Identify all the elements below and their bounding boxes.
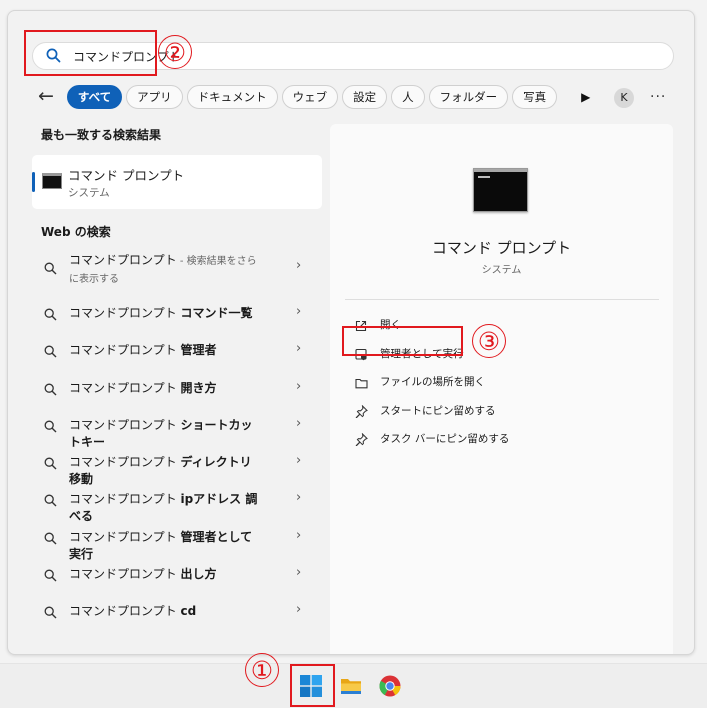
- web-result-text: コマンドプロンプト: [69, 455, 181, 470]
- search-icon: [44, 455, 57, 474]
- action-label: スタートにピン留めする: [380, 404, 496, 417]
- search-icon: [44, 492, 57, 511]
- web-result-text: コマンドプロンプト: [69, 529, 181, 544]
- back-arrow-icon[interactable]: ←: [38, 85, 54, 107]
- best-match-heading: 最も一致する検索結果: [41, 128, 162, 142]
- web-result-text: コマンドプロンプト: [69, 567, 181, 582]
- filter-chip-all[interactable]: すべて: [66, 85, 123, 109]
- web-result-bold: コマンド一覧: [180, 306, 253, 320]
- filter-chip-folders[interactable]: フォルダー: [428, 85, 509, 109]
- annotation-box-start: [290, 664, 335, 707]
- chevron-right-icon: ›: [296, 490, 302, 506]
- chevron-right-icon: ›: [296, 341, 302, 357]
- search-icon: [44, 530, 57, 549]
- web-result-item[interactable]: コマンドプロンプト ipアドレス 調べる ›: [32, 480, 322, 523]
- web-result-bold: 開き方: [180, 380, 217, 395]
- web-result-text: コマンドプロンプト: [69, 380, 181, 395]
- web-result-item[interactable]: コマンドプロンプト 管理者 ›: [32, 331, 322, 368]
- command-prompt-icon: [42, 173, 62, 189]
- web-result-item[interactable]: コマンドプロンプト ディレクトリ移動 ›: [32, 443, 322, 486]
- annotation-number-2: ②: [158, 35, 192, 69]
- command-prompt-large-icon: [473, 168, 528, 212]
- action-label: タスク バーにピン留めする: [380, 433, 510, 445]
- chevron-right-icon: ›: [296, 453, 302, 469]
- chevron-right-icon: ›: [296, 378, 302, 394]
- divider: [345, 299, 659, 300]
- action-label: ファイルの場所を開く: [380, 376, 485, 388]
- chevron-right-icon: ›: [296, 602, 302, 618]
- web-result-text: コマンドプロンプト: [69, 417, 181, 432]
- selection-indicator: [32, 172, 35, 192]
- best-match-title: コマンド プロンプト: [68, 168, 185, 183]
- filter-chip-web[interactable]: ウェブ: [281, 85, 339, 109]
- filter-bar: ← すべて アプリ ドキュメント ウェブ 設定 人 フォルダー 写真 ▶: [38, 84, 590, 110]
- preview-title: コマンド プロンプト: [431, 239, 572, 257]
- web-result-bold: cd: [180, 604, 197, 619]
- pin-icon: [355, 431, 368, 450]
- web-search-heading: Web の検索: [41, 225, 111, 239]
- folder-icon: [355, 374, 368, 393]
- preview-subtitle: システム: [481, 265, 522, 276]
- scroll-right-play-icon[interactable]: ▶: [581, 90, 590, 104]
- filter-chip-photos[interactable]: 写真: [512, 85, 558, 109]
- search-icon: [44, 418, 57, 437]
- web-result-item[interactable]: コマンドプロンプト 管理者として実行 ›: [32, 518, 322, 561]
- avatar[interactable]: K: [614, 88, 634, 108]
- web-result-text: コマンドプロンプト: [69, 306, 181, 320]
- web-result-item[interactable]: コマンドプロンプト - 検索結果をさらに表示する ›: [32, 248, 322, 294]
- chevron-right-icon: ›: [296, 304, 302, 319]
- preview-pane: コマンド プロンプト システム 開く 管理者として実行 ファイルの場所を開く ス…: [330, 124, 673, 654]
- web-result-bold: 管理者: [180, 343, 217, 358]
- web-result-item[interactable]: コマンドプロンプト 開き方 ›: [32, 369, 322, 406]
- web-result-item[interactable]: コマンドプロンプト 出し方 ›: [32, 555, 322, 592]
- search-icon: [44, 343, 57, 362]
- annotation-box-search: [24, 30, 157, 76]
- web-result-bold: 出し方: [180, 567, 217, 582]
- chevron-right-icon: ›: [296, 415, 302, 431]
- search-icon: [44, 381, 57, 400]
- results-list: 最も一致する検索結果 コマンド プロンプト システム Web の検索 コマンドプ…: [32, 126, 322, 630]
- search-icon: [44, 260, 57, 279]
- search-icon: [44, 567, 57, 586]
- search-icon: [44, 604, 57, 623]
- chevron-right-icon: ›: [296, 258, 302, 273]
- chevron-right-icon: ›: [296, 527, 302, 543]
- annotation-number-1: ①: [245, 653, 279, 687]
- annotation-box-run-as-admin: [342, 326, 463, 356]
- more-options-icon[interactable]: ···: [650, 89, 666, 105]
- web-results: コマンドプロンプト - 検索結果をさらに表示する › コマンドプロンプト コマン…: [32, 248, 322, 630]
- web-result-text: コマンドプロンプト: [69, 253, 177, 267]
- pin-icon: [355, 403, 368, 422]
- web-result-item[interactable]: コマンドプロンプト コマンド一覧 ›: [32, 294, 322, 331]
- search-icon: [44, 306, 57, 325]
- annotation-number-3: ③: [472, 324, 506, 358]
- web-result-text: コマンドプロンプト: [69, 343, 181, 358]
- filter-chip-people[interactable]: 人: [391, 85, 425, 109]
- chevron-right-icon: ›: [296, 565, 302, 581]
- web-result-text: コマンドプロンプト: [69, 604, 181, 619]
- web-result-item[interactable]: コマンドプロンプト ショートカットキー ›: [32, 406, 322, 449]
- filter-chip-apps[interactable]: アプリ: [126, 85, 183, 109]
- best-match-item[interactable]: コマンド プロンプト システム: [32, 155, 322, 209]
- web-result-item[interactable]: コマンドプロンプト cd ›: [32, 592, 322, 629]
- chrome-icon[interactable]: [379, 675, 401, 701]
- web-result-text: コマンドプロンプト: [69, 492, 181, 507]
- taskbar: [0, 663, 707, 708]
- best-match-subtitle: システム: [68, 187, 110, 199]
- file-explorer-icon[interactable]: [340, 676, 362, 700]
- filter-chip-settings[interactable]: 設定: [342, 85, 388, 109]
- filter-chip-documents[interactable]: ドキュメント: [186, 85, 278, 109]
